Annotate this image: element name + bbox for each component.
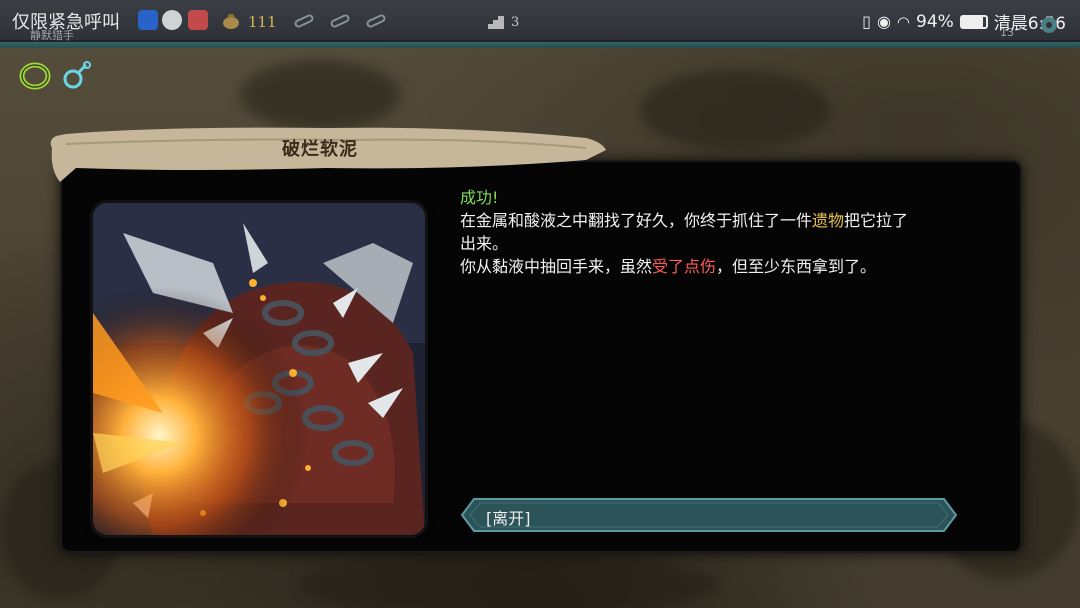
description-line3: 你从黏液中抽回手来，虽然受了点伤，但至少东西拿到了。 — [460, 257, 876, 276]
potion-slot-icon[interactable] — [329, 14, 351, 28]
description-text: 把它拉了 — [844, 211, 909, 230]
event-illustration — [93, 203, 425, 535]
wifi-icon: ◠ — [896, 12, 911, 31]
potion-slot-icon[interactable] — [293, 14, 315, 28]
leave-option-label[interactable]: [离开] — [486, 505, 531, 529]
relic-keyword: 遗物 — [812, 211, 845, 230]
event-title: 破烂软泥 — [282, 139, 358, 160]
status-right: ▯ ◉ ◠ 94% 清晨6:56 — [862, 9, 1066, 35]
ring-relic-icon[interactable] — [18, 60, 52, 92]
slime-creature-art — [93, 203, 425, 535]
potion-slot-icon[interactable] — [365, 14, 387, 28]
description-line1: 在金属和酸液之中翻找了好久，你终于抓住了一件遗物把它拉了 — [460, 211, 908, 230]
description-text: ，但至少东西拿到了。 — [716, 257, 877, 276]
description-text: 你从黏液中抽回手来，虽然 — [460, 257, 653, 276]
floor-icon — [488, 16, 504, 29]
player-name: 静默猎手 — [30, 29, 74, 42]
damage-keyword: 受了点伤 — [652, 257, 717, 276]
battery-icon — [959, 14, 988, 29]
leave-option-button[interactable] — [460, 497, 958, 533]
potion-relic-icon[interactable] — [60, 60, 94, 92]
description-text: 在金属和酸液之中翻找了好久，你终于抓住了一件 — [460, 211, 813, 230]
floor-number: 3 — [511, 15, 520, 30]
eye-icon: ◉ — [876, 12, 891, 31]
top-bar-accent — [0, 42, 1080, 48]
gear-icon[interactable] — [1038, 14, 1060, 36]
description-line2: 出来。 — [460, 234, 509, 253]
gold-amount: 111 — [248, 13, 277, 31]
red-app-icon — [188, 10, 208, 30]
blue-avatar-icon — [138, 10, 158, 30]
gold-bag-icon — [223, 14, 239, 29]
event-description: 成功! 在金属和酸液之中翻找了好久，你终于抓住了一件遗物把它拉了 出来。 你从黏… — [460, 186, 980, 278]
vibrate-icon: ▯ — [862, 12, 871, 31]
chat-icon — [162, 10, 182, 30]
battery-percent: 94% — [916, 11, 954, 32]
success-label: 成功! — [460, 188, 499, 207]
